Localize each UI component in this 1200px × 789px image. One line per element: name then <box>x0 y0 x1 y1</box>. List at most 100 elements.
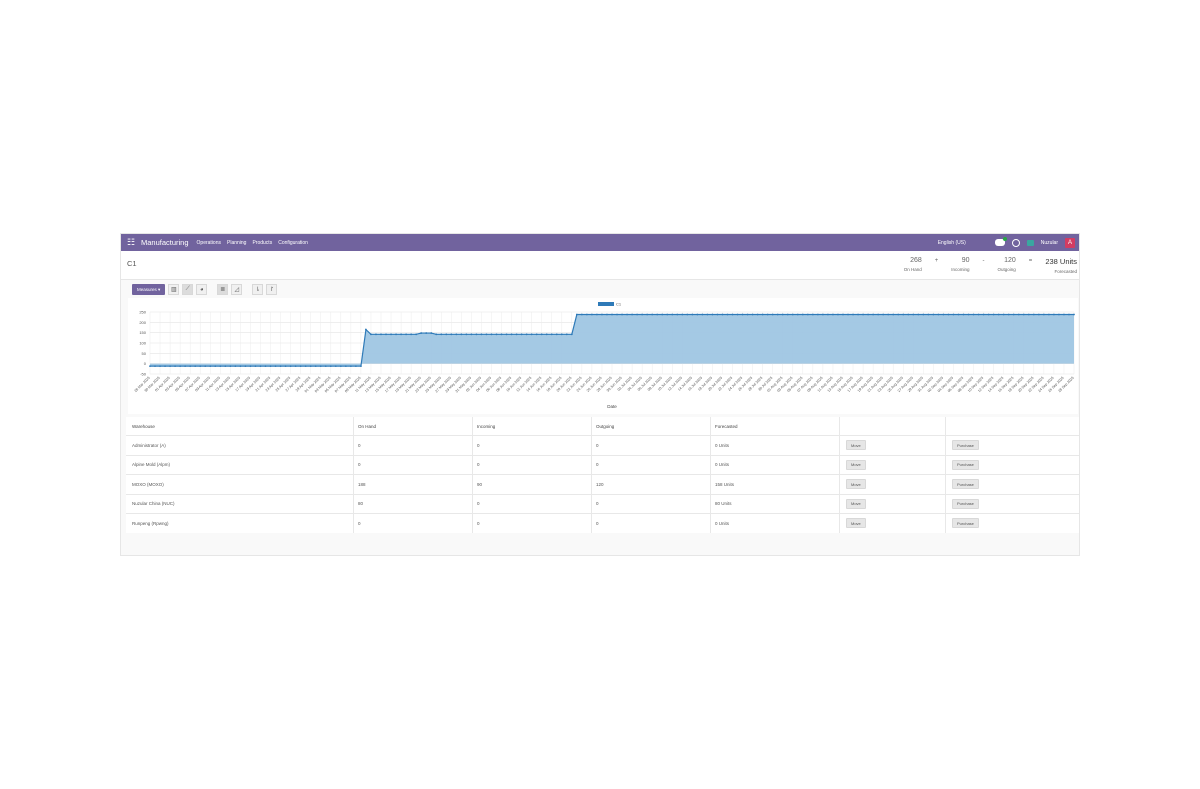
data-point[interactable] <box>721 313 724 316</box>
data-point[interactable] <box>947 313 950 316</box>
data-point[interactable] <box>560 333 563 336</box>
header-forecasted[interactable]: Forecasted <box>710 417 839 435</box>
data-point[interactable] <box>445 333 448 336</box>
move-button[interactable]: Move <box>846 518 866 529</box>
data-point[interactable] <box>420 332 423 334</box>
data-point[interactable] <box>460 333 463 336</box>
data-point[interactable] <box>254 365 257 368</box>
data-point[interactable] <box>631 313 633 316</box>
data-point[interactable] <box>1042 313 1045 316</box>
data-point[interactable] <box>616 313 618 316</box>
data-point[interactable] <box>530 333 533 336</box>
data-point[interactable] <box>244 365 247 368</box>
data-point[interactable] <box>917 313 920 316</box>
menu-products[interactable]: Products <box>252 240 272 246</box>
move-button[interactable]: Move <box>846 459 866 470</box>
data-point[interactable] <box>294 365 297 368</box>
data-point[interactable] <box>565 333 568 336</box>
data-point[interactable] <box>972 313 975 316</box>
menu-planning[interactable]: Planning <box>227 240 246 246</box>
data-point[interactable] <box>219 365 222 368</box>
legend-label[interactable]: C1 <box>616 302 622 307</box>
data-point[interactable] <box>525 333 528 336</box>
data-point[interactable] <box>857 313 859 316</box>
data-point[interactable] <box>661 313 664 316</box>
data-point[interactable] <box>691 313 694 316</box>
data-point[interactable] <box>1002 313 1005 316</box>
purchase-button[interactable]: Purchase <box>952 440 979 451</box>
data-point[interactable] <box>887 313 890 316</box>
data-point[interactable] <box>957 313 960 316</box>
apps-menu-icon[interactable]: ☷ <box>126 238 136 248</box>
data-point[interactable] <box>349 365 352 368</box>
data-point[interactable] <box>701 313 704 316</box>
data-point[interactable] <box>480 333 483 336</box>
data-point[interactable] <box>776 313 779 316</box>
data-point[interactable] <box>626 313 628 316</box>
data-point[interactable] <box>786 313 789 316</box>
data-point[interactable] <box>741 313 744 316</box>
data-point[interactable] <box>696 313 699 316</box>
data-point[interactable] <box>154 365 156 368</box>
move-button[interactable]: Move <box>846 498 866 509</box>
data-point[interactable] <box>781 313 784 316</box>
data-point[interactable] <box>711 313 714 316</box>
data-point[interactable] <box>289 365 292 368</box>
data-point[interactable] <box>736 313 739 316</box>
data-point[interactable] <box>952 313 955 316</box>
data-point[interactable] <box>209 365 212 368</box>
company-icon[interactable] <box>1026 239 1034 246</box>
data-point[interactable] <box>686 313 689 316</box>
data-point[interactable] <box>585 313 588 316</box>
data-point[interactable] <box>555 333 558 336</box>
messages-icon[interactable] <box>994 237 1007 246</box>
line-chart-icon[interactable]: ⟋ <box>182 284 194 295</box>
data-point[interactable] <box>540 333 543 336</box>
data-point[interactable] <box>430 332 433 334</box>
table-row[interactable]: Nuzular China (NUC) 80 0 0 80 Units Move Purch… <box>126 493 1079 513</box>
data-point[interactable] <box>646 313 649 316</box>
data-point[interactable] <box>982 313 985 316</box>
data-point[interactable] <box>822 313 824 316</box>
data-point[interactable] <box>1027 313 1030 316</box>
data-point[interactable] <box>987 313 990 316</box>
data-point[interactable] <box>997 313 1000 316</box>
data-point[interactable] <box>601 313 603 316</box>
data-point[interactable] <box>766 313 769 316</box>
data-point[interactable] <box>395 333 397 336</box>
data-point[interactable] <box>1058 313 1060 316</box>
data-point[interactable] <box>269 365 272 368</box>
menu-operations[interactable]: Operations <box>197 240 221 246</box>
data-point[interactable] <box>365 328 367 331</box>
table-row[interactable]: MOXO (MOXO) 188 90 120 158 Units Move Purchase <box>126 474 1079 494</box>
data-point[interactable] <box>505 333 508 336</box>
data-point[interactable] <box>324 365 327 368</box>
data-point[interactable] <box>746 313 749 316</box>
cumulative-icon[interactable]: ◿ <box>231 284 243 295</box>
data-point[interactable] <box>239 365 242 368</box>
data-point[interactable] <box>1022 313 1025 316</box>
data-point[interactable] <box>580 313 583 316</box>
data-point[interactable] <box>902 313 905 316</box>
data-point[interactable] <box>651 313 654 316</box>
data-point[interactable] <box>234 365 237 368</box>
data-point[interactable] <box>390 333 392 336</box>
data-point[interactable] <box>596 313 598 316</box>
data-point[interactable] <box>319 365 322 368</box>
data-point[interactable] <box>877 313 880 316</box>
data-point[interactable] <box>535 333 538 336</box>
data-point[interactable] <box>199 365 202 368</box>
company-name[interactable]: Nuzular <box>1041 240 1058 246</box>
data-point[interactable] <box>400 333 402 336</box>
data-point[interactable] <box>796 313 799 316</box>
data-point[interactable] <box>791 313 794 316</box>
data-point[interactable] <box>435 333 438 336</box>
purchase-button[interactable]: Purchase <box>952 459 979 470</box>
data-point[interactable] <box>510 333 513 336</box>
data-point[interactable] <box>832 313 834 316</box>
data-point[interactable] <box>636 313 639 316</box>
data-point[interactable] <box>937 313 940 316</box>
data-point[interactable] <box>666 313 669 316</box>
data-point[interactable] <box>229 365 232 368</box>
data-point[interactable] <box>1047 313 1050 316</box>
